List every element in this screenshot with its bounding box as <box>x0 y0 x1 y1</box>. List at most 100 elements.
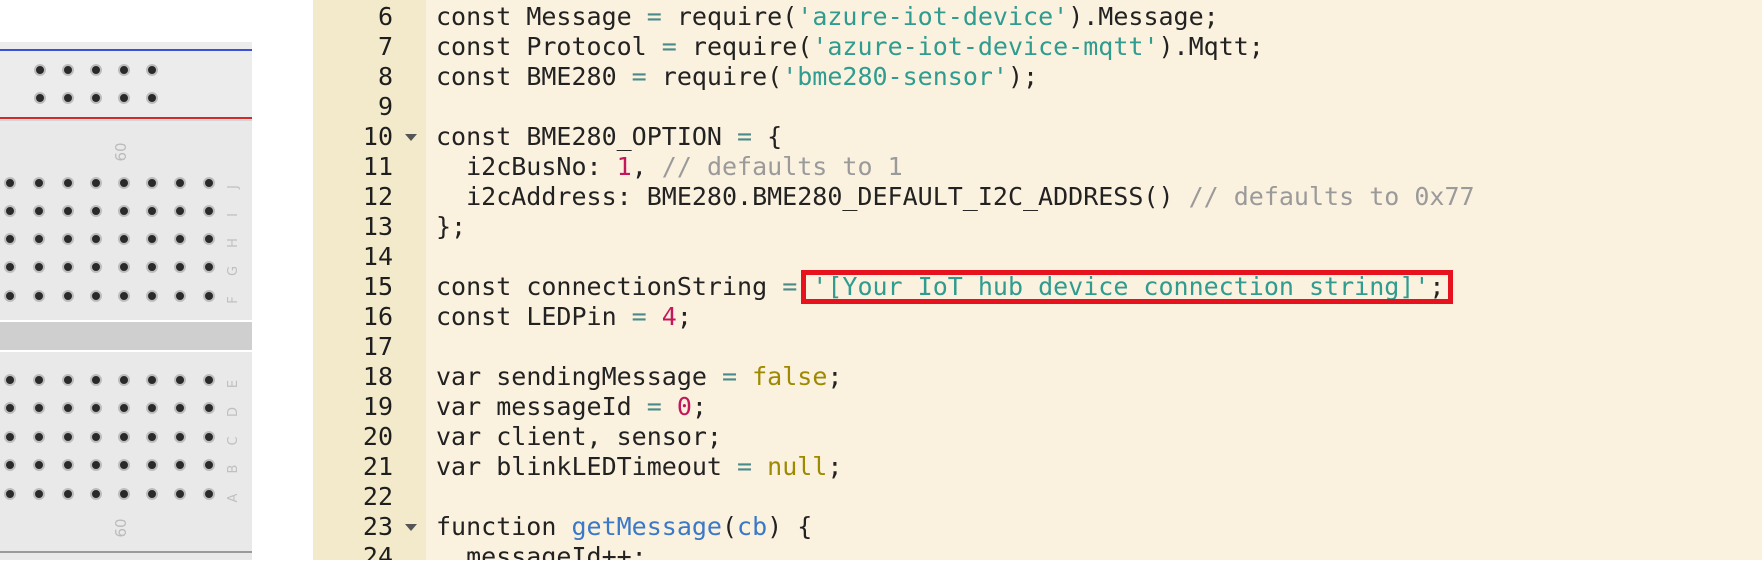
code-token: ; <box>676 302 692 331</box>
fold-arrow-icon[interactable] <box>405 134 417 141</box>
breadboard-hole <box>90 92 102 104</box>
center-channel <box>0 322 252 350</box>
code-line[interactable]: 13}; <box>313 212 1762 242</box>
breadboard-hole <box>33 205 45 217</box>
breadboard-hole <box>4 431 16 443</box>
breadboard-hole <box>4 233 16 245</box>
code-token: ) { <box>767 512 813 541</box>
breadboard-hole <box>174 177 186 189</box>
breadboard-hole <box>4 402 16 414</box>
breadboard-hole <box>33 290 45 302</box>
breadboard-hole <box>33 261 45 273</box>
code-token: // defaults to 1 <box>661 152 903 181</box>
column-letter: H <box>226 238 241 248</box>
line-number: 21 <box>362 452 393 481</box>
code-text: var sendingMessage = false; <box>436 362 842 392</box>
code-line[interactable]: 17 <box>313 332 1762 362</box>
line-number: 11 <box>362 152 393 181</box>
breadboard-hole <box>146 92 158 104</box>
code-line[interactable]: 9 <box>313 92 1762 122</box>
code-line[interactable]: 12 i2cAddress: BME280.BME280_DEFAULT_I2C… <box>313 182 1762 212</box>
code-token: getMessage <box>571 512 722 541</box>
code-token: const <box>436 62 527 91</box>
code-line[interactable]: 22 <box>313 482 1762 512</box>
code-line[interactable]: 8 const BME280 = require('bme280-sensor')… <box>313 62 1762 92</box>
code-token: Protocol <box>526 32 662 61</box>
breadboard-hole <box>62 402 74 414</box>
code-line[interactable]: 7 const Protocol = require('azure-iot-dev… <box>313 32 1762 62</box>
connection-string-highlight <box>801 270 1454 304</box>
line-number: 14 <box>362 242 393 271</box>
code-line[interactable]: 21 var blinkLEDTimeout = null; <box>313 452 1762 482</box>
code-token: = <box>737 122 768 151</box>
code-token: BME280_OPTION <box>526 122 738 151</box>
breadboard-hole <box>90 290 102 302</box>
breadboard-hole <box>90 374 102 386</box>
breadboard-hole <box>62 431 74 443</box>
code-line[interactable]: 20 var client, sensor; <box>313 422 1762 452</box>
breadboard-hole <box>146 488 158 500</box>
code-text: var client, sensor; <box>436 422 722 452</box>
code-token: messageId <box>496 392 647 421</box>
code-text: const LEDPin = 4; <box>436 302 692 332</box>
breadboard-hole <box>62 205 74 217</box>
breadboard-hole <box>90 431 102 443</box>
column-letter: I <box>226 213 241 217</box>
code-line[interactable]: 18 var sendingMessage = false; <box>313 362 1762 392</box>
breadboard-hole <box>118 459 130 471</box>
line-number: 13 <box>362 212 393 241</box>
breadboard-hole <box>33 459 45 471</box>
breadboard-hole <box>90 459 102 471</box>
code-line[interactable]: 23 function getMessage(cb) { <box>313 512 1762 542</box>
breadboard-hole <box>174 233 186 245</box>
code-token: sendingMessage <box>496 362 722 391</box>
column-letter: A <box>226 493 241 502</box>
breadboard-hole <box>174 290 186 302</box>
code-token: const <box>436 302 527 331</box>
code-token: cb <box>737 512 768 541</box>
code-line[interactable]: 19 var messageId = 0; <box>313 392 1762 422</box>
code-token: = <box>646 392 677 421</box>
code-text: const Protocol = require('azure-iot-devi… <box>436 32 1264 62</box>
code-token: require( <box>691 32 813 61</box>
code-token: = <box>631 62 662 91</box>
breadboard-hole <box>174 205 186 217</box>
code-token: 0 <box>676 392 692 421</box>
code-token: false <box>752 362 828 391</box>
breadboard-hole <box>118 177 130 189</box>
line-number: 17 <box>362 332 393 361</box>
breadboard-hole <box>62 92 74 104</box>
code-line[interactable]: 10 const BME280_OPTION = { <box>313 122 1762 152</box>
code-token: require( <box>661 62 783 91</box>
code-token: ); <box>1007 62 1039 91</box>
code-line[interactable]: 16 const LEDPin = 4; <box>313 302 1762 332</box>
code-line[interactable]: 24 messageId++; <box>313 542 1762 560</box>
breadboard-hole <box>90 233 102 245</box>
code-editor[interactable]: 6 const Message = require('azure-iot-devi… <box>313 0 1762 560</box>
line-number: 18 <box>362 362 393 391</box>
breadboard-hole <box>203 402 215 414</box>
column-letter: B <box>226 465 241 474</box>
breadboard-hole <box>62 261 74 273</box>
fold-arrow-icon[interactable] <box>405 524 417 531</box>
row-number-label: 60 <box>112 518 130 537</box>
line-number: 9 <box>377 92 393 121</box>
code-line[interactable]: 6 const Message = require('azure-iot-devi… <box>313 2 1762 32</box>
breadboard-hole <box>62 233 74 245</box>
row-number-label: 60 <box>112 142 130 161</box>
code-token: ).Message; <box>1068 2 1219 31</box>
breadboard-hole <box>33 431 45 443</box>
code-line[interactable]: 14 <box>313 242 1762 272</box>
code-token: connectionString <box>526 272 783 301</box>
breadboard-hole <box>118 431 130 443</box>
line-number: 20 <box>362 422 393 451</box>
breadboard-hole <box>34 92 46 104</box>
code-token: const <box>436 122 527 151</box>
breadboard-hole <box>33 402 45 414</box>
breadboard-hole <box>33 488 45 500</box>
breadboard-hole <box>90 177 102 189</box>
code-line[interactable]: 11 i2cBusNo: 1, // defaults to 1 <box>313 152 1762 182</box>
column-letter: E <box>226 380 241 388</box>
code-token: 1 <box>616 152 632 181</box>
line-number: 10 <box>362 122 393 151</box>
